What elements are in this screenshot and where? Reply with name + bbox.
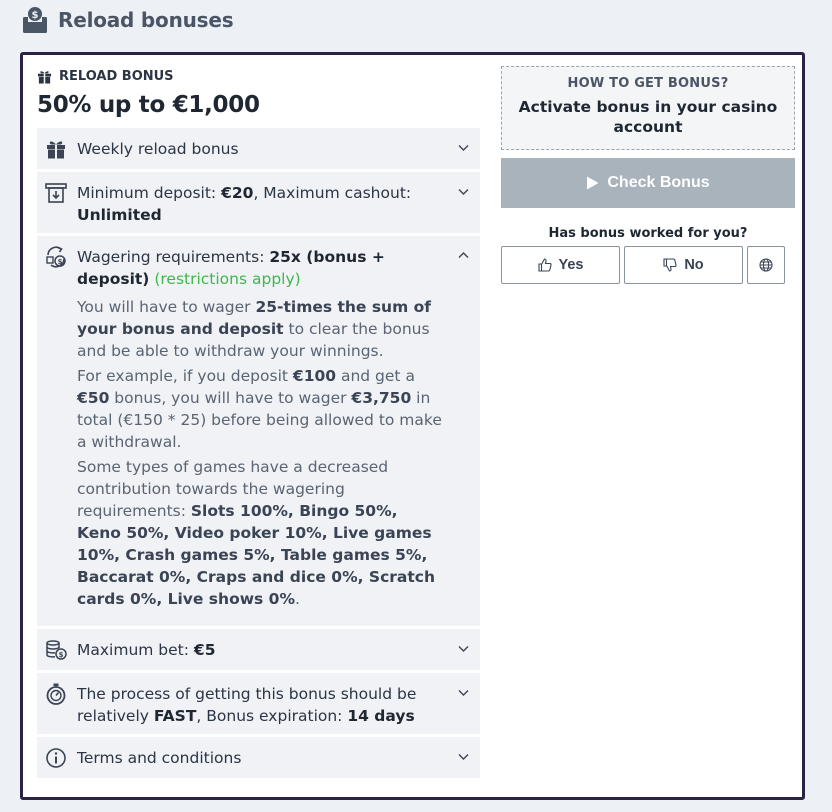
- row-weekly-text: Weekly reload bonus: [77, 140, 239, 158]
- row-max-bet-text: Maximum bet: €5: [77, 639, 468, 661]
- wagering-details: You will have to wager 25-times the sum …: [77, 296, 442, 610]
- restrictions-note[interactable]: (restrictions apply): [154, 270, 300, 288]
- check-bonus-label: Check Bonus: [607, 174, 710, 191]
- section-header: $ Reload bonuses: [22, 6, 234, 34]
- language-button[interactable]: [747, 246, 785, 284]
- globe-icon: [759, 258, 773, 272]
- wagering-paragraph-1: You will have to wager 25-times the sum …: [77, 298, 432, 360]
- cashout-value: Unlimited: [77, 206, 162, 224]
- thumbs-down-icon: [663, 258, 677, 272]
- chevron-down-icon[interactable]: [457, 642, 470, 655]
- row-terms-text: Terms and conditions: [77, 749, 242, 767]
- wagering-heading: Wagering requirements: 25x (bonus + depo…: [77, 246, 442, 290]
- gift-icon: [47, 141, 65, 159]
- section-title: Reload bonuses: [58, 8, 234, 32]
- stopwatch-icon: [46, 683, 66, 705]
- play-icon: [587, 176, 599, 190]
- row-max-bet[interactable]: $ Maximum bet: €5: [37, 629, 480, 670]
- expiration-value: 14 days: [347, 707, 415, 725]
- thumbs-up-icon: [537, 258, 552, 272]
- no-button[interactable]: No: [624, 246, 743, 284]
- wagering-paragraph-3: Some types of games have a decreased con…: [77, 458, 435, 608]
- chevron-down-icon[interactable]: [457, 185, 470, 198]
- how-to-box: HOW TO GET BONUS? Activate bonus in your…: [501, 66, 795, 150]
- bonus-card: RELOAD BONUS 50% up to €1,000 Weekly rel…: [20, 52, 805, 800]
- how-to-text: Activate bonus in your casino account: [518, 98, 778, 136]
- coins-icon: $: [46, 640, 67, 660]
- deposit-icon: [45, 183, 67, 203]
- row-weekly-reload[interactable]: Weekly reload bonus: [37, 128, 480, 169]
- feedback-question: Has bonus worked for you?: [548, 226, 748, 241]
- feedback-buttons: Yes No: [501, 246, 795, 284]
- row-wagering-content: Wagering requirements: 25x (bonus + depo…: [77, 246, 468, 613]
- deposit-min-label: Minimum deposit:: [77, 184, 222, 202]
- bonus-title: 50% up to €1,000: [37, 92, 260, 118]
- yes-button[interactable]: Yes: [501, 246, 620, 284]
- bonus-info-list: Weekly reload bonus Minimum deposit: €20…: [37, 128, 480, 778]
- svg-text:$: $: [32, 10, 39, 21]
- gift-small-icon: [37, 71, 52, 84]
- process-speed: FAST: [153, 707, 197, 725]
- info-icon: [46, 748, 66, 768]
- wagering-paragraph-2: For example, if you deposit €100 and get…: [77, 367, 442, 451]
- row-terms[interactable]: Terms and conditions: [37, 737, 480, 778]
- bonus-type-label: RELOAD BONUS: [37, 69, 480, 84]
- yes-label: Yes: [558, 257, 584, 273]
- deposit-min-value: €20: [221, 184, 254, 202]
- bonus-box-icon: $: [23, 7, 47, 33]
- wagering-icon: $: [46, 246, 66, 268]
- chevron-down-icon[interactable]: [457, 141, 470, 154]
- check-bonus-button[interactable]: Check Bonus: [501, 158, 795, 208]
- svg-text:$: $: [59, 651, 64, 659]
- chevron-up-icon[interactable]: [457, 249, 470, 262]
- how-to-label: HOW TO GET BONUS?: [567, 76, 729, 91]
- max-bet-label: Maximum bet:: [77, 641, 194, 659]
- row-deposit-text: Minimum deposit: €20, Maximum cashout: U…: [77, 182, 468, 226]
- chevron-down-icon[interactable]: [457, 686, 470, 699]
- expiration-label: , Bonus expiration:: [196, 707, 348, 725]
- no-label: No: [684, 257, 704, 273]
- bonus-details: RELOAD BONUS 50% up to €1,000 Weekly rel…: [37, 69, 480, 778]
- row-process[interactable]: The process of getting this bonus should…: [37, 673, 480, 734]
- svg-text:$: $: [58, 258, 63, 266]
- wagering-label: Wagering requirements:: [77, 248, 270, 266]
- bonus-type-text: RELOAD BONUS: [59, 69, 174, 84]
- row-wagering[interactable]: $ Wagering requirements: 25x (bonus + de…: [37, 236, 480, 626]
- row-process-text: The process of getting this bonus should…: [77, 683, 468, 727]
- row-deposit[interactable]: Minimum deposit: €20, Maximum cashout: U…: [37, 172, 480, 233]
- bonus-sidebar: HOW TO GET BONUS? Activate bonus in your…: [501, 66, 795, 284]
- chevron-down-icon[interactable]: [457, 750, 470, 763]
- max-bet-value: €5: [193, 641, 216, 659]
- cashout-label: , Maximum cashout:: [253, 184, 412, 202]
